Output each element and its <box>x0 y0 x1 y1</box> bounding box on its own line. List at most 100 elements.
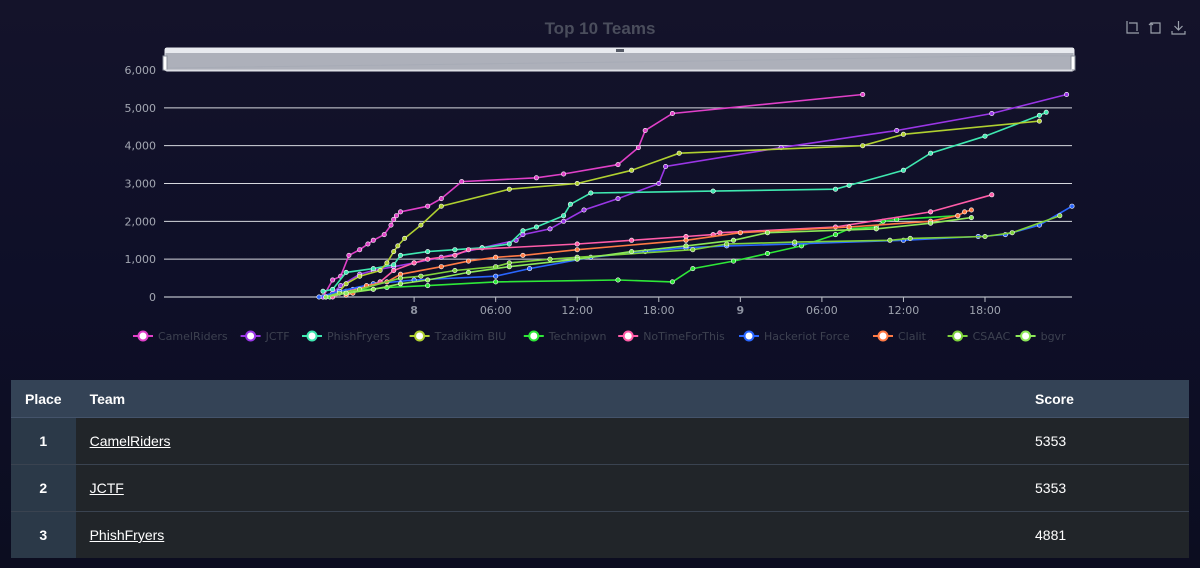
data-point <box>581 207 587 213</box>
data-point <box>907 235 913 241</box>
data-point <box>425 249 431 255</box>
download-icon[interactable] <box>1171 20 1186 35</box>
team-cell: JCTF <box>75 464 1035 512</box>
data-point <box>873 226 879 232</box>
x-tick-label: 18:00 <box>969 304 1001 317</box>
data-point <box>346 252 352 258</box>
data-point <box>561 218 567 224</box>
legend-marker[interactable] <box>414 330 426 342</box>
zoom-grip[interactable] <box>616 49 624 52</box>
data-point <box>588 190 594 196</box>
data-point <box>357 273 363 279</box>
table-row: 3 PhishFryers 4881 <box>11 511 1189 558</box>
data-point <box>1036 118 1042 124</box>
data-point <box>574 241 580 247</box>
legend-marker[interactable] <box>952 330 964 342</box>
data-point <box>425 203 431 209</box>
score-cell: 4881 <box>1035 511 1189 558</box>
legend-label[interactable]: Technipwn <box>548 330 607 343</box>
data-point <box>438 203 444 209</box>
data-point <box>894 128 900 134</box>
data-point <box>629 237 635 243</box>
legend-marker[interactable] <box>743 330 755 342</box>
data-point <box>982 133 988 139</box>
zoom-icon[interactable] <box>1125 20 1140 35</box>
legend-label[interactable]: Tzadikim BIU <box>434 330 507 343</box>
legend-label[interactable]: PhishFryers <box>327 330 390 343</box>
data-point <box>656 181 662 187</box>
data-point <box>397 209 403 215</box>
series-line <box>325 120 1040 298</box>
data-point <box>465 269 471 275</box>
data-point <box>690 247 696 253</box>
series-line <box>329 214 958 298</box>
data-point <box>391 249 397 255</box>
place-cell: 2 <box>11 464 76 512</box>
data-point <box>452 252 458 258</box>
place-cell: 1 <box>11 417 76 465</box>
score-chart-svg: Top 10 Teams 0 1,000 2,000 3,000 4,000 5,000 6,… <box>125 19 1076 343</box>
legend-marker[interactable] <box>528 330 540 342</box>
team-link[interactable]: PhishFryers <box>90 527 165 543</box>
data-point <box>683 243 689 249</box>
header-team: Team <box>75 380 1035 418</box>
legend-marker[interactable] <box>245 330 257 342</box>
data-point <box>642 128 648 134</box>
data-point <box>676 150 682 156</box>
legend-marker[interactable] <box>137 330 149 342</box>
x-tick-label: 12:00 <box>561 304 593 317</box>
x-tick-label: 18:00 <box>643 304 675 317</box>
legend-marker[interactable] <box>1020 330 1032 342</box>
data-point <box>1009 230 1015 236</box>
data-point <box>730 237 736 243</box>
legend-label[interactable]: CSAAC <box>973 330 1011 343</box>
data-point <box>764 230 770 236</box>
data-point <box>764 251 770 257</box>
data-point <box>669 279 675 285</box>
data-point <box>459 179 465 185</box>
data-point <box>402 235 408 241</box>
data-point <box>465 247 471 253</box>
team-link[interactable]: CamelRiders <box>90 433 171 449</box>
data-point <box>1057 213 1063 219</box>
legend-label[interactable]: Hackeriot Force <box>764 330 850 343</box>
data-point <box>418 222 424 228</box>
zoom-reset-icon[interactable] <box>1148 20 1163 35</box>
legend-label[interactable]: Clalit <box>898 330 927 343</box>
data-point <box>860 143 866 149</box>
data-point <box>717 230 723 236</box>
data-point <box>832 232 838 238</box>
data-point <box>533 175 539 181</box>
legend-label[interactable]: JCTF <box>265 330 290 343</box>
legend-marker[interactable] <box>306 330 318 342</box>
data-point <box>506 186 512 192</box>
data-point <box>493 279 499 285</box>
data-point <box>520 228 526 234</box>
data-point <box>574 181 580 187</box>
legend-label[interactable]: CamelRiders <box>158 330 228 343</box>
legend-marker[interactable] <box>622 330 634 342</box>
y-tick-label: 5,000 <box>125 102 157 115</box>
data-point <box>1043 109 1049 115</box>
data-point <box>928 209 934 215</box>
data-point <box>411 260 417 266</box>
data-point <box>887 237 893 243</box>
data-point <box>397 275 403 281</box>
data-point <box>465 258 471 264</box>
data-point <box>493 273 499 279</box>
data-point <box>663 164 669 170</box>
data-point <box>1036 112 1042 118</box>
zoom-handle-left[interactable] <box>162 55 168 71</box>
legend-marker[interactable] <box>877 330 889 342</box>
legend-label[interactable]: NoTimeForThis <box>643 330 725 343</box>
data-point <box>615 196 621 202</box>
data-point <box>561 213 567 219</box>
data-point <box>982 234 988 240</box>
data-point <box>567 201 573 207</box>
zoom-handle-right[interactable] <box>1070 55 1076 71</box>
data-point <box>395 243 401 249</box>
legend-label[interactable]: bgvr <box>1041 330 1066 343</box>
chart-title: Top 10 Teams <box>545 19 656 38</box>
data-point <box>388 222 394 228</box>
team-link[interactable]: JCTF <box>90 480 124 496</box>
